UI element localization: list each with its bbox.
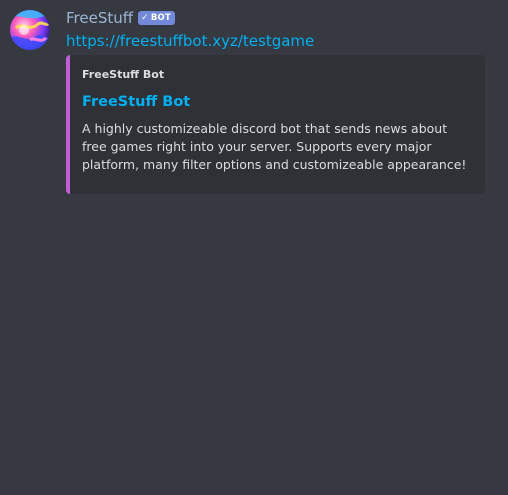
avatar-image (10, 10, 50, 50)
embed-description: A highly customizeable discord bot that … (82, 121, 467, 172)
bot-tag-label: BOT (150, 13, 171, 23)
message-link[interactable]: https://freestuffbot.xyz/testgame (66, 31, 486, 51)
bot-avatar[interactable] (10, 10, 50, 50)
message-header: FreeStuff ✓ BOT (66, 8, 486, 28)
embed-title[interactable]: FreeStuff Bot (82, 92, 471, 112)
author-username[interactable]: FreeStuff (66, 8, 133, 28)
chat-message: FreeStuff ✓ BOT https://freestuffbot.xyz… (0, 0, 508, 495)
embed-author[interactable]: FreeStuff Bot (82, 67, 471, 83)
verified-check-icon: ✓ (141, 13, 149, 23)
bot-tag: ✓ BOT (138, 11, 175, 25)
link-embed: FreeStuff Bot FreeStuff Bot A highly cus… (66, 55, 485, 194)
message-content: FreeStuff ✓ BOT https://freestuffbot.xyz… (66, 8, 486, 194)
